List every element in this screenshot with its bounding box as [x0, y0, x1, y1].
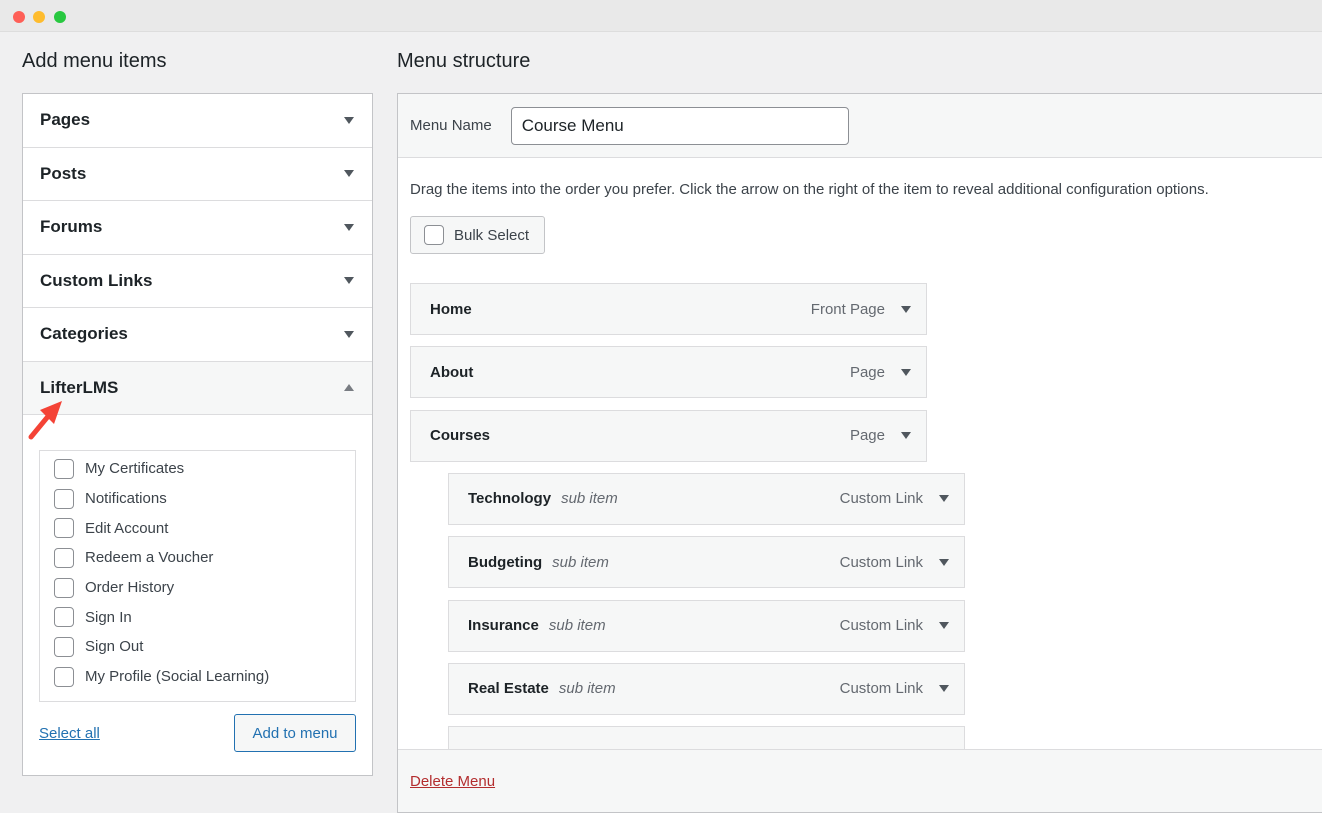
- menu-item-sub-label: sub item: [548, 617, 606, 634]
- triangle-down-icon: [344, 116, 354, 124]
- lifterlms-item[interactable]: Sign Out: [40, 632, 355, 662]
- menu-item-title: Insurance: [468, 617, 539, 634]
- bulk-select-label: Bulk Select: [454, 226, 530, 244]
- add-menu-items-panel: Pages Posts Forums Custom Links Categories Li…: [22, 93, 373, 776]
- triangle-down-icon[interactable]: [901, 432, 911, 440]
- menu-item-type: Custom Link: [839, 617, 923, 634]
- menu-item-about[interactable]: About Page: [410, 346, 927, 399]
- minimize-window-button[interactable]: [33, 11, 45, 23]
- accordion-label: Custom Links: [40, 270, 153, 290]
- menu-item-budgeting[interactable]: Budgeting sub item Custom Link: [448, 536, 965, 589]
- lifterlms-item[interactable]: My Certificates: [40, 454, 355, 484]
- lifterlms-item[interactable]: Redeem a Voucher: [40, 543, 355, 573]
- triangle-down-icon: [344, 330, 354, 338]
- triangle-down-icon: [344, 223, 354, 231]
- triangle-down-icon[interactable]: [939, 558, 949, 566]
- menu-item-type: Page: [849, 427, 885, 445]
- menu-structure-heading: Menu structure: [397, 50, 531, 72]
- checkbox[interactable]: [54, 518, 74, 539]
- lifterlms-item[interactable]: Notifications: [40, 484, 355, 514]
- checkbox[interactable]: [54, 547, 74, 568]
- menu-structure-panel: Menu Name Drag the items into the order …: [397, 93, 1322, 813]
- select-all-link[interactable]: Select all: [39, 725, 100, 742]
- menu-item-real-estate[interactable]: Real Estate sub item Custom Link: [448, 662, 965, 715]
- menu-item-title: Courses: [430, 427, 491, 445]
- triangle-down-icon[interactable]: [939, 685, 949, 693]
- checkbox[interactable]: [54, 458, 74, 479]
- accordion-posts[interactable]: Posts: [23, 148, 372, 201]
- triangle-down-icon[interactable]: [939, 495, 949, 503]
- menu-name-row: Menu Name: [398, 94, 1322, 158]
- lifterlms-item[interactable]: Sign In: [40, 602, 355, 632]
- lifterlms-item[interactable]: Edit Account: [40, 513, 355, 543]
- menu-item-type: Front Page: [810, 300, 885, 318]
- bulk-select-button[interactable]: Bulk Select: [410, 216, 545, 254]
- item-label: Edit Account: [85, 519, 169, 537]
- triangle-down-icon[interactable]: [939, 622, 949, 629]
- accordion-forums[interactable]: Forums: [23, 201, 372, 255]
- triangle-down-icon: [344, 170, 354, 178]
- zoom-window-button[interactable]: [54, 11, 66, 23]
- triangle-down-icon[interactable]: [901, 368, 911, 376]
- menu-item-type: Page: [849, 363, 885, 381]
- item-label: Sign Out: [85, 638, 144, 656]
- item-label: Notifications: [85, 490, 167, 508]
- accordion-categories[interactable]: Categories: [23, 308, 372, 362]
- checkbox[interactable]: [54, 636, 74, 657]
- menu-item-title: Home: [430, 300, 472, 318]
- bulk-select-checkbox[interactable]: [424, 225, 444, 245]
- red-arrow-annotation-icon: [28, 401, 62, 440]
- item-label: My Profile (Social Learning): [85, 668, 270, 686]
- checkbox[interactable]: [54, 666, 74, 687]
- item-label: Redeem a Voucher: [85, 549, 214, 567]
- window-titlebar: [0, 0, 1322, 32]
- checkbox[interactable]: [54, 577, 74, 598]
- menu-item-type: Custom Link: [839, 490, 923, 508]
- triangle-down-icon[interactable]: [901, 305, 911, 313]
- menu-item-insurance[interactable]: Insurance sub item Custom Link: [448, 599, 965, 652]
- menu-item-courses[interactable]: Courses Page: [410, 409, 927, 462]
- item-label: Order History: [85, 579, 175, 597]
- menu-item-title: Budgeting: [468, 553, 543, 571]
- menu-name-label: Menu Name: [410, 117, 492, 134]
- menu-item-sub-label: sub item: [558, 680, 616, 698]
- checkbox[interactable]: [54, 488, 74, 509]
- lifterlms-item[interactable]: Order History: [40, 573, 355, 603]
- menu-item-title: Real Estate: [468, 680, 549, 698]
- accordion-lifterlms[interactable]: LifterLMS: [23, 361, 372, 415]
- menu-item-sub-label: sub item: [552, 553, 609, 571]
- delete-menu-link[interactable]: Delete Menu: [410, 773, 495, 790]
- lifterlms-item[interactable]: My Profile (Social Learning): [40, 662, 355, 692]
- menu-item-title: About: [430, 363, 474, 381]
- item-label: Sign In: [85, 608, 132, 626]
- menu-item-home[interactable]: Home Front Page: [410, 283, 927, 335]
- accordion-label: Categories: [40, 324, 128, 344]
- menu-name-input[interactable]: [510, 106, 849, 145]
- instructions-text: Drag the items into the order you prefer…: [410, 181, 1209, 198]
- add-menu-items-heading: Add menu items: [22, 50, 167, 72]
- menu-item-sub-label: sub item: [561, 490, 618, 508]
- triangle-down-icon: [344, 277, 354, 285]
- triangle-up-icon: [344, 384, 354, 392]
- add-to-menu-button[interactable]: Add to menu: [234, 714, 356, 752]
- accordion-label: Pages: [40, 110, 91, 130]
- checkbox[interactable]: [54, 607, 74, 628]
- accordion-label: Forums: [40, 217, 103, 237]
- menu-item-type: Custom Link: [839, 680, 923, 698]
- close-window-button[interactable]: [13, 11, 25, 23]
- menu-item-technology[interactable]: Technology sub item Custom Link: [448, 472, 965, 525]
- menu-item-title: Technology: [468, 490, 552, 508]
- menu-footer: Delete Menu: [398, 749, 1322, 812]
- menu-item-type: Custom Link: [839, 553, 923, 571]
- accordion-label: Posts: [40, 163, 87, 183]
- accordion-label: LifterLMS: [40, 377, 119, 397]
- item-label: My Certificates: [85, 460, 185, 478]
- accordion-custom-links[interactable]: Custom Links: [23, 255, 372, 308]
- accordion-pages[interactable]: Pages: [23, 94, 372, 148]
- lifterlms-items-list: My Certificates Notifications Edit Account…: [39, 450, 356, 702]
